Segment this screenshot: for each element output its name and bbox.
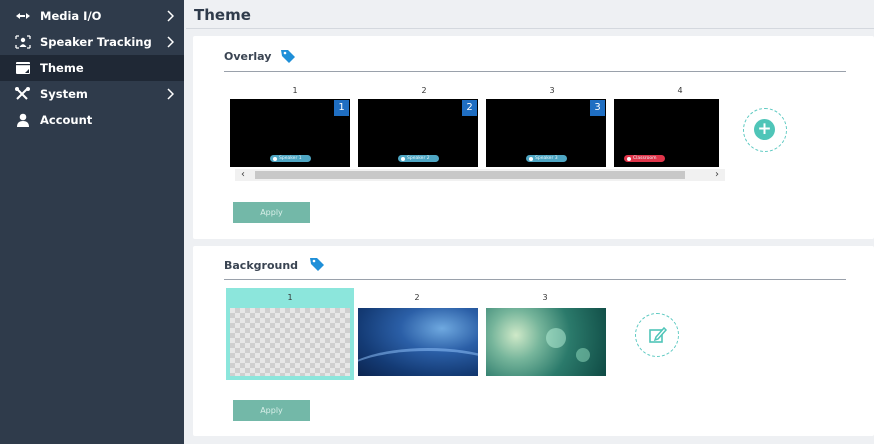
- scroll-right-arrow[interactable]: ›: [709, 169, 725, 181]
- sidebar-item-account[interactable]: Account: [0, 107, 184, 133]
- sidebar-item-system[interactable]: System: [0, 81, 184, 107]
- sidebar: Media I/O Speaker Tracking Theme System …: [0, 0, 184, 444]
- title-divider: [186, 28, 874, 29]
- overlay-section-divider: [224, 71, 846, 72]
- background-section-title: Background: [224, 259, 299, 272]
- account-icon: [14, 113, 32, 127]
- user-icon: [529, 156, 533, 161]
- chevron-right-icon: [167, 88, 174, 100]
- sidebar-item-speaker-tracking[interactable]: Speaker Tracking: [0, 29, 184, 55]
- user-icon: [627, 156, 631, 161]
- overlay-column-number: 4: [677, 86, 683, 95]
- chevron-right-icon: [167, 36, 174, 48]
- sidebar-item-label: Speaker Tracking: [40, 35, 152, 49]
- speaker-tracking-icon: [14, 35, 32, 49]
- sidebar-item-label: System: [40, 87, 88, 101]
- overlay-badge: 2: [462, 100, 477, 116]
- sidebar-item-media-io[interactable]: Media I/O: [0, 3, 184, 29]
- overlay-thumbnail[interactable]: 1 Speaker 1: [230, 99, 350, 167]
- edit-icon: [649, 326, 668, 343]
- scroll-thumb[interactable]: [255, 171, 685, 179]
- background-section-divider: [224, 279, 846, 280]
- user-icon: [401, 156, 405, 161]
- main-content: Theme Overlay 1 2 3 4 1 Speaker 1 2 Spea…: [186, 0, 874, 444]
- background-column-number: 1: [287, 293, 293, 302]
- speaker-label-pill: Speaker 3: [526, 155, 567, 162]
- user-icon: [273, 156, 277, 161]
- background-apply-button[interactable]: Apply: [233, 400, 310, 421]
- add-overlay-button[interactable]: +: [743, 108, 787, 152]
- classroom-label-pill: Classroom: [624, 155, 665, 162]
- plus-icon: +: [754, 119, 775, 140]
- overlay-column-number: 3: [549, 86, 555, 95]
- page-title: Theme: [194, 6, 251, 24]
- overlay-section-title: Overlay: [224, 50, 272, 63]
- theme-icon: [14, 61, 32, 75]
- background-panel: Background 1 2 3 Apply: [193, 246, 874, 436]
- overlay-column-number: 1: [292, 86, 298, 95]
- media-io-icon: [14, 9, 32, 23]
- system-tools-icon: [14, 87, 32, 101]
- sidebar-item-label: Media I/O: [40, 9, 102, 23]
- sidebar-item-label: Theme: [40, 61, 84, 75]
- background-thumbnail-transparent[interactable]: [230, 308, 350, 376]
- background-column-number: 2: [414, 293, 420, 302]
- chevron-right-icon: [167, 10, 174, 22]
- tag-icon: [310, 258, 324, 271]
- overlay-scrollbar[interactable]: ‹ ›: [235, 169, 725, 181]
- edit-background-button[interactable]: [635, 313, 679, 357]
- overlay-thumbnail[interactable]: 2 Speaker 2: [358, 99, 478, 167]
- background-column-number: 3: [542, 293, 548, 302]
- overlay-thumbnail[interactable]: 3 Speaker 3: [486, 99, 606, 167]
- background-thumbnail-green[interactable]: [486, 308, 606, 376]
- overlay-apply-button[interactable]: Apply: [233, 202, 310, 223]
- speaker-label-pill: Speaker 2: [398, 155, 439, 162]
- overlay-column-number: 2: [421, 86, 427, 95]
- scroll-left-arrow[interactable]: ‹: [235, 169, 251, 181]
- overlay-thumbnail[interactable]: Classroom: [614, 99, 719, 167]
- overlay-badge: 1: [334, 100, 349, 116]
- sidebar-item-theme[interactable]: Theme: [0, 55, 184, 81]
- background-thumbnail-blue[interactable]: [358, 308, 478, 376]
- overlay-badge: 3: [590, 100, 605, 116]
- overlay-panel: Overlay 1 2 3 4 1 Speaker 1 2 Speaker 2 …: [193, 36, 874, 239]
- speaker-label-pill: Speaker 1: [270, 155, 311, 162]
- tag-icon: [281, 50, 295, 63]
- sidebar-item-label: Account: [40, 113, 93, 127]
